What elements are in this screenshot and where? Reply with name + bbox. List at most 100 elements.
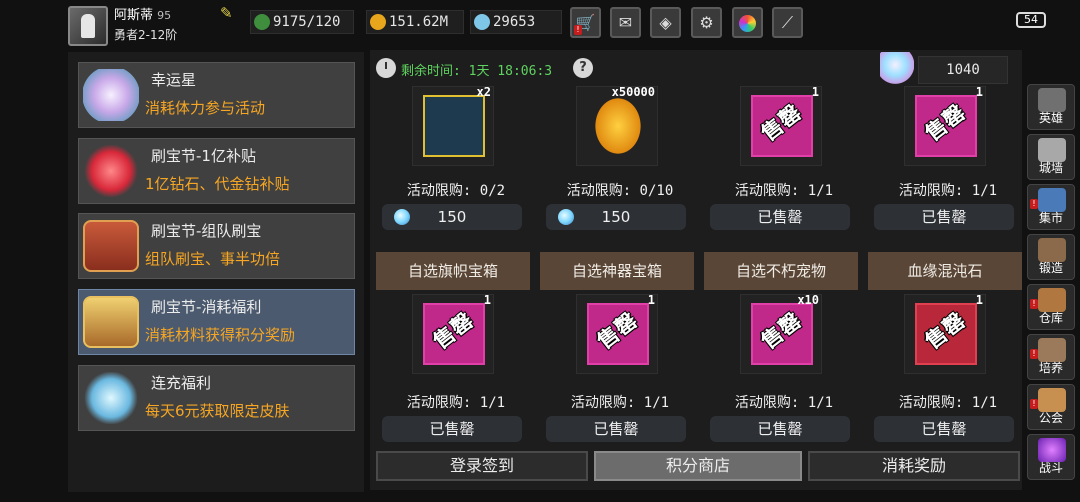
event-subtitle: 组队刷宝、事半功倍 <box>145 250 281 268</box>
sidebar-market[interactable]: 集市! <box>1027 184 1075 230</box>
open-chest-icon <box>83 296 139 348</box>
diamond-value: 29653 <box>493 14 536 30</box>
tab-points-shop[interactable]: 积分商店 <box>594 451 802 481</box>
purchase-limit: 活动限购: 1/1 <box>898 183 998 199</box>
item-frame: 1 售罄 <box>412 293 494 374</box>
gold-value: 151.62M <box>389 14 449 30</box>
sold-out-button: 已售罄 <box>874 204 1014 230</box>
item-header: 自选神器宝箱 <box>540 252 694 290</box>
purchase-limit: 活动限购: 1/1 <box>898 395 998 411</box>
sidebar-forge[interactable]: 锻造 <box>1027 234 1075 280</box>
color-wheel-icon <box>739 15 756 32</box>
item-header: 自选不朽宠物 <box>704 252 858 290</box>
buy-button[interactable]: 150 <box>546 204 686 230</box>
sidebar-battle[interactable]: 战斗 <box>1027 434 1075 480</box>
shop-item-chaos-stone: 血缘混沌石 1 售罄 活动限购: 1/1 已售罄 <box>868 252 1022 442</box>
item-frame: x10 售罄 <box>740 293 822 374</box>
points-crystal-icon <box>880 52 914 84</box>
mail-button[interactable]: ✉ <box>610 7 641 38</box>
gamepad-icon: ◈ <box>659 13 672 32</box>
item-header: 血缘混沌石 <box>868 252 1022 290</box>
item-quantity: 1 <box>647 293 655 307</box>
sold-out-button: 已售罄 <box>710 416 850 442</box>
purchase-limit: 活动限购: 1/1 <box>734 183 834 199</box>
item-quantity: 1 <box>975 85 983 99</box>
diamond-icon <box>474 14 490 30</box>
edit-icon[interactable]: ✎ <box>220 5 236 21</box>
gear-icon: ⚙ <box>699 13 714 32</box>
skill-book-icon <box>423 95 485 157</box>
gamepad-button[interactable]: ◈ <box>650 7 681 38</box>
shop-item-immortal-pet: 自选不朽宠物 x10 售罄 活动限购: 1/1 已售罄 <box>704 252 864 442</box>
gold-display: 151.62M <box>366 10 464 34</box>
shop-cart-button[interactable]: 🛒! <box>570 7 601 38</box>
help-icon[interactable]: ? <box>573 58 593 78</box>
crystal-icon <box>394 209 410 225</box>
sidebar-training[interactable]: 培养! <box>1027 334 1075 380</box>
stamina-value: 9175/120 <box>273 14 341 30</box>
event-title: 刷宝节-组队刷宝 <box>151 222 262 240</box>
sidebar-warehouse[interactable]: 仓库! <box>1027 284 1075 330</box>
shop-item-book[interactable]: x2 活动限购: 0/2 150 <box>376 85 536 236</box>
event-title: 幸运星 <box>151 71 197 89</box>
settings-button[interactable]: ⚙ <box>691 7 722 38</box>
player-avatar[interactable] <box>68 6 108 46</box>
shop-item-chest: 1 售罄 活动限购: 1/1 已售罄 <box>868 85 1028 236</box>
buy-button[interactable]: 150 <box>382 204 522 230</box>
star-icon <box>83 69 139 121</box>
item-quantity: x50000 <box>611 85 655 99</box>
crystal-icon <box>558 209 574 225</box>
item-header: 自选旗帜宝箱 <box>376 252 530 290</box>
treasure-chest-icon <box>83 220 139 272</box>
clock-icon <box>376 58 396 78</box>
item-frame: 1 售罄 <box>740 85 822 166</box>
diamond-display: 29653 <box>470 10 562 34</box>
item-frame: 1 售罄 <box>904 85 986 166</box>
red-crystal-icon <box>83 145 139 197</box>
event-title: 刷宝节-1亿补贴 <box>151 147 256 165</box>
player-name: 阿斯蒂 95 <box>114 8 172 23</box>
points-balance: 1040 <box>918 56 1008 84</box>
item-quantity: 1 <box>811 85 819 99</box>
sold-out-button: 已售罄 <box>874 416 1014 442</box>
purchase-limit: 活动限购: 1/1 <box>734 395 834 411</box>
color-wheel-button[interactable] <box>732 7 763 38</box>
event-subtitle: 消耗体力参与活动 <box>145 99 266 117</box>
gold-coin-icon <box>370 14 386 30</box>
item-quantity: 1 <box>483 293 491 307</box>
remaining-time: 剩余时间: 1天 18:06:3 <box>401 64 553 79</box>
event-item-lucky-star[interactable]: 幸运星 消耗体力参与活动 <box>78 62 355 128</box>
event-item-subsidy[interactable]: 刷宝节-1亿补贴 1亿钻石、代金钻补贴 <box>78 138 355 204</box>
shop-item-artifact-chest: 自选神器宝箱 1 售罄 活动限购: 1/1 已售罄 <box>540 252 700 442</box>
sold-out-button: 已售罄 <box>710 204 850 230</box>
purchase-limit: 活动限购: 0/10 <box>566 183 674 199</box>
gold-coin-icon <box>587 95 649 157</box>
feather-icon: ⟋ <box>781 13 794 32</box>
event-item-consume-welfare[interactable]: 刷宝节-消耗福利 消耗材料获得积分奖励 <box>78 289 355 355</box>
lightning-icon <box>254 14 270 30</box>
stamina-display: 9175/120 <box>250 10 354 34</box>
event-subtitle: 消耗材料获得积分奖励 <box>145 326 296 344</box>
item-frame: x2 <box>412 85 494 166</box>
battery-indicator: 54 <box>1016 12 1046 28</box>
feather-button[interactable]: ⟋ <box>772 7 803 38</box>
event-item-team-farming[interactable]: 刷宝节-组队刷宝 组队刷宝、事半功倍 <box>78 213 355 279</box>
sidebar-hero[interactable]: 英雄 <box>1027 84 1075 130</box>
event-title: 刷宝节-消耗福利 <box>151 298 262 316</box>
purchase-limit: 活动限购: 1/1 <box>570 395 670 411</box>
tab-login-checkin[interactable]: 登录签到 <box>376 451 588 481</box>
shop-item-banner-chest: 自选旗帜宝箱 1 售罄 活动限购: 1/1 已售罄 <box>376 252 536 442</box>
shop-item-dagger: 1 售罄 活动限购: 1/1 已售罄 <box>704 85 864 236</box>
tab-consume-rewards[interactable]: 消耗奖励 <box>808 451 1020 481</box>
item-quantity: 1 <box>975 293 983 307</box>
event-subtitle: 1亿钻石、代金钻补贴 <box>145 175 290 193</box>
event-title: 连充福利 <box>151 374 212 392</box>
purchase-limit: 活动限购: 0/2 <box>406 183 506 199</box>
mail-icon: ✉ <box>618 13 633 32</box>
item-frame: 1 售罄 <box>904 293 986 374</box>
shop-item-gold[interactable]: x50000 活动限购: 0/10 150 <box>540 85 700 236</box>
sidebar-guild[interactable]: 公会! <box>1027 384 1075 430</box>
event-item-recharge-welfare[interactable]: 连充福利 每天6元获取限定皮肤 <box>78 365 355 431</box>
ice-crystal-icon <box>83 372 139 424</box>
sidebar-wall[interactable]: 城墙 <box>1027 134 1075 180</box>
